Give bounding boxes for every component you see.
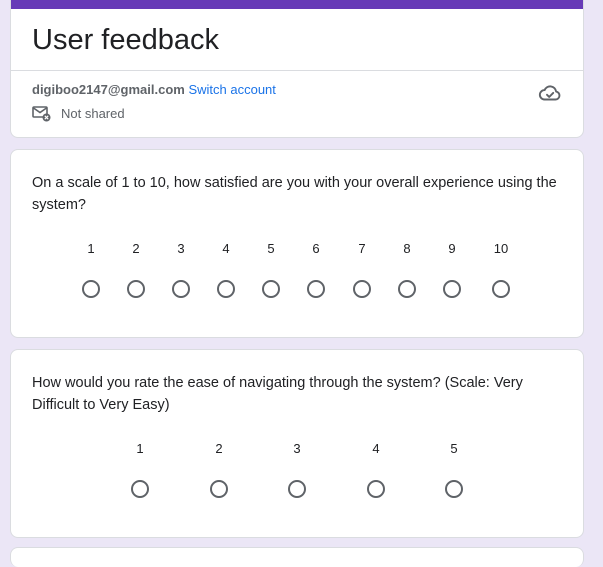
radio-option-6[interactable] xyxy=(307,280,325,298)
scale-label: 7 xyxy=(358,241,366,256)
mail-not-shared-icon xyxy=(32,106,51,122)
scale-label: 5 xyxy=(450,441,458,456)
question-title: On a scale of 1 to 10, how satisfied are… xyxy=(32,175,557,213)
scale-label: 4 xyxy=(372,441,380,456)
radio-option-3[interactable] xyxy=(172,280,190,298)
radio-option-5[interactable] xyxy=(445,480,463,498)
scale-label: 6 xyxy=(312,241,320,256)
header-divider xyxy=(11,70,583,71)
radio-option-1[interactable] xyxy=(131,480,149,498)
account-email: digiboo2147@gmail.com xyxy=(32,82,185,97)
radio-option-3[interactable] xyxy=(288,480,306,498)
switch-account-link[interactable]: Switch account xyxy=(188,82,275,97)
form-title: User feedback xyxy=(32,24,219,56)
radio-option-1[interactable] xyxy=(82,280,100,298)
scale-label: 5 xyxy=(267,241,275,256)
theme-accent-bar xyxy=(11,0,583,9)
scale-label: 3 xyxy=(177,241,185,256)
question-card-satisfaction: On a scale of 1 to 10, how satisfied are… xyxy=(10,149,584,338)
scale-label: 3 xyxy=(293,441,301,456)
radio-option-5[interactable] xyxy=(262,280,280,298)
scale-label: 1 xyxy=(87,241,95,256)
sharing-status: Not shared xyxy=(32,105,125,123)
question-title: How would you rate the ease of navigatin… xyxy=(32,375,523,413)
scale-label: 1 xyxy=(136,441,144,456)
question-card-navigation-ease: How would you rate the ease of navigatin… xyxy=(10,349,584,538)
radio-option-10[interactable] xyxy=(492,280,510,298)
radio-option-4[interactable] xyxy=(367,480,385,498)
sharing-status-label: Not shared xyxy=(61,106,125,121)
radio-option-8[interactable] xyxy=(398,280,416,298)
account-line: digiboo2147@gmail.com Switch account xyxy=(32,82,276,98)
scale-label: 8 xyxy=(403,241,411,256)
radio-option-9[interactable] xyxy=(443,280,461,298)
radio-option-2[interactable] xyxy=(210,480,228,498)
scale-label: 2 xyxy=(132,241,140,256)
scale-label: 2 xyxy=(215,441,223,456)
radio-option-7[interactable] xyxy=(353,280,371,298)
scale-label: 9 xyxy=(448,241,456,256)
question-card-next xyxy=(10,547,584,567)
scale-label: 10 xyxy=(493,241,509,256)
form-header-card: User feedback digiboo2147@gmail.com Swit… xyxy=(10,0,584,138)
radio-option-4[interactable] xyxy=(217,280,235,298)
scale-label: 4 xyxy=(222,241,230,256)
cloud-saved-icon[interactable] xyxy=(538,81,562,105)
radio-option-2[interactable] xyxy=(127,280,145,298)
